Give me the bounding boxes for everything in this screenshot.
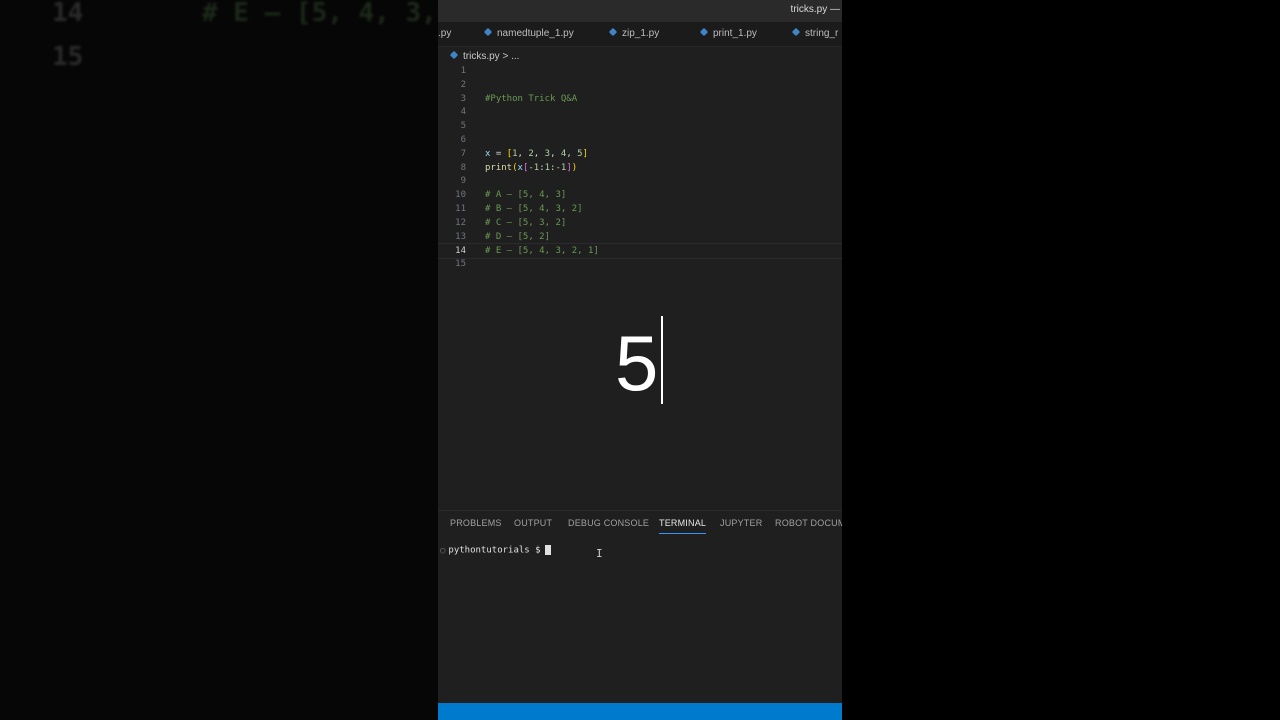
tab-string[interactable]: string_r [792, 22, 838, 46]
line-number: 12 [455, 217, 466, 228]
line-number: 3 [460, 93, 466, 104]
code-token: = [490, 148, 507, 159]
code-text: # B – [5, 4, 3, 2] [485, 202, 583, 216]
code-line: 11 # B – [5, 4, 3, 2] [438, 202, 842, 216]
code-token: #Python Trick Q&A [485, 93, 578, 104]
code-token: ) [571, 162, 578, 173]
text-caret [661, 316, 663, 404]
tab-label: namedtuple_1.py [497, 28, 574, 39]
code-text: #Python Trick Q&A [485, 92, 577, 106]
panel-tabs: PROBLEMS OUTPUT DEBUG CONSOLE TERMINAL J… [438, 510, 842, 537]
line-number: 2 [460, 79, 466, 90]
code-token: ] [582, 148, 589, 159]
terminal-prompt-line: ○ pythontutorials $ [440, 545, 551, 556]
terminal-cursor [544, 545, 551, 555]
terminal-prompt: pythontutorials $ [448, 545, 541, 556]
code-token: # D – [5, 2] [485, 231, 551, 242]
terminal[interactable]: ○ pythontutorials $ 𝙸 [438, 542, 842, 702]
bg-line-number: 14 [52, 0, 84, 28]
code-line: 15 [438, 257, 842, 271]
python-icon [700, 28, 708, 36]
breadcrumb-more[interactable]: ... [511, 51, 519, 62]
line-number: 5 [460, 121, 466, 132]
line-number: 11 [455, 204, 466, 214]
python-icon [609, 28, 617, 36]
breadcrumb-separator: > [502, 51, 509, 62]
tab-output[interactable]: OUTPUT [514, 518, 552, 528]
line-number: 7 [460, 148, 466, 159]
code-text: # C – [5, 3, 2] [485, 216, 566, 230]
code-token: , [533, 148, 545, 159]
code-text: print(x[-1:1:-1]) [485, 161, 577, 175]
code-token: # E – [5, 4, 3, 2, 1] [485, 246, 599, 257]
tab-debug-console[interactable]: DEBUG CONSOLE [568, 518, 649, 528]
countdown-number: 5 [615, 319, 659, 407]
python-icon [792, 28, 800, 36]
code-token: # B – [5, 4, 3, 2] [485, 204, 583, 214]
tab-problems[interactable]: PROBLEMS [450, 518, 502, 528]
code-line: 2 [438, 78, 842, 92]
code-line: 6 [438, 133, 842, 147]
line-number: 4 [460, 107, 466, 118]
code-token: print [485, 162, 513, 173]
tab-label: .py [438, 28, 452, 39]
terminal-status-dot-icon: ○ [440, 545, 446, 556]
code-token: -1 [528, 162, 540, 173]
bg-line-text: # E – [5, 4, 3, 2 [202, 0, 438, 28]
python-icon [450, 51, 458, 59]
tab-terminal[interactable]: TERMINAL [659, 518, 707, 534]
code-token: , [550, 148, 561, 159]
tab-label: print_1.py [713, 28, 757, 39]
bg-line-number: 15 [52, 42, 84, 72]
title-bar: tricks.py — [438, 0, 842, 22]
window-title: tricks.py — [790, 4, 840, 15]
tab-zip[interactable]: zip_1.py [609, 22, 659, 46]
editor-tabs: .py namedtuple_1.py zip_1.py print_1.py … [438, 22, 842, 47]
tab-label: zip_1.py [622, 28, 660, 39]
tab-py[interactable]: .py [438, 22, 451, 46]
code-token: , [566, 148, 578, 159]
line-number: 13 [455, 231, 466, 242]
tab-jupyter[interactable]: JUPYTER [720, 518, 762, 528]
breadcrumb-file[interactable]: tricks.py [463, 51, 500, 62]
background-zoomed-code: 14 # E – [5, 4, 3, 2 15 [0, 0, 438, 720]
code-token: # A – [5, 4, 3] [485, 190, 567, 201]
line-number: 6 [460, 135, 466, 145]
line-number: 9 [460, 176, 466, 187]
tab-label: string_r [805, 28, 839, 39]
code-line: 9 [438, 174, 842, 188]
code-line: 5 [438, 119, 842, 133]
status-bar [438, 703, 842, 720]
code-text: x = [1, 2, 3, 4, 5] [485, 147, 588, 161]
code-line: 8 print(x[-1:1:-1]) [438, 161, 842, 175]
code-token: , [517, 148, 529, 159]
code-line: 7 x = [1, 2, 3, 4, 5] [438, 147, 842, 161]
code-line: 3 #Python Trick Q&A [438, 92, 842, 106]
tab-robot-documentation[interactable]: ROBOT DOCUME [775, 518, 842, 528]
bg-code-line: 14 # E – [5, 4, 3, 2 [0, 0, 438, 28]
code-line: 12 # C – [5, 3, 2] [438, 216, 842, 230]
code-line: 4 [438, 105, 842, 119]
line-number: 8 [460, 162, 466, 173]
bg-code-line: 15 [0, 42, 202, 72]
code-token: -1 [555, 162, 567, 173]
line-number: 10 [455, 190, 466, 201]
code-line: 1 [438, 64, 842, 78]
tab-print[interactable]: print_1.py [700, 22, 757, 46]
code-line: 13 # D – [5, 2] [438, 230, 842, 244]
ibeam-cursor-icon: 𝙸 [596, 547, 603, 560]
code-token: # C – [5, 3, 2] [485, 217, 567, 228]
code-text: # D – [5, 2] [485, 230, 550, 244]
code-text: # A – [5, 4, 3] [485, 188, 566, 202]
line-number: 1 [460, 66, 466, 76]
code-line: 10 # A – [5, 4, 3] [438, 188, 842, 202]
tab-namedtuple[interactable]: namedtuple_1.py [484, 22, 574, 46]
line-number: 15 [455, 259, 466, 270]
code-editor[interactable]: 1 2 3 #Python Trick Q&A 4 5 6 7 x = [1, 2, 3, 4,… [438, 64, 842, 504]
python-icon [484, 28, 492, 36]
